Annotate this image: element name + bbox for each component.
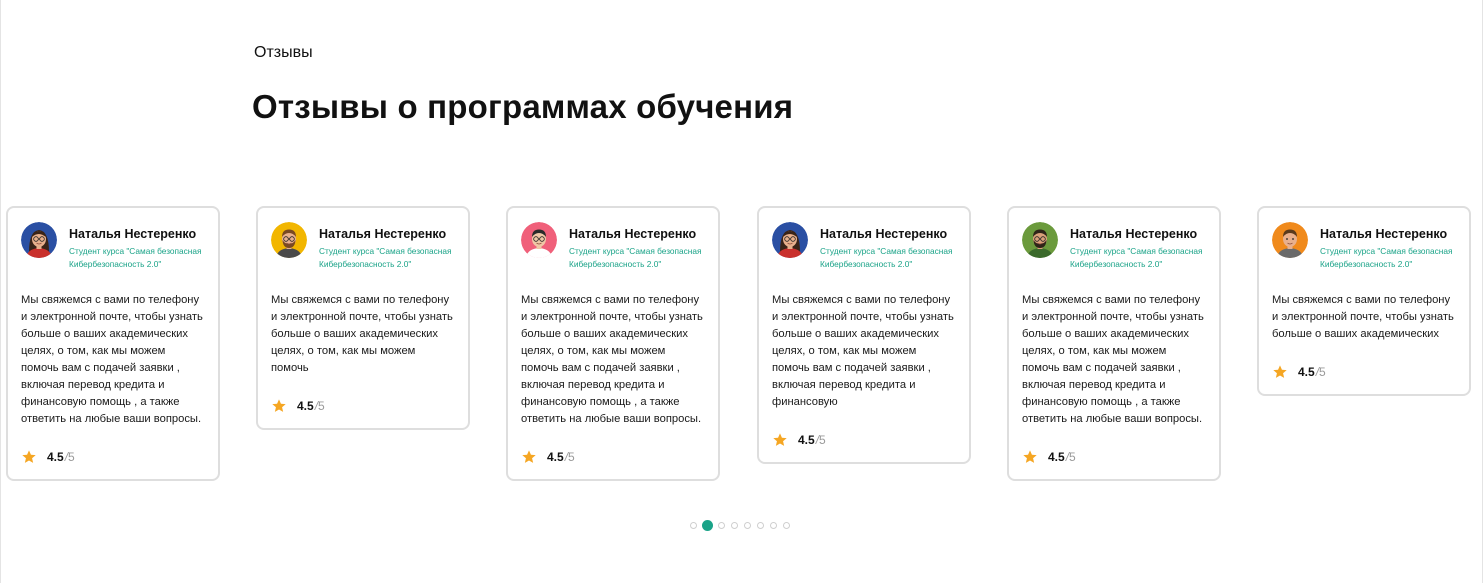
- pagination-dot[interactable]: [770, 522, 777, 529]
- review-header: Наталья Нестеренко Студент курса "Самая …: [1022, 222, 1207, 271]
- avatar: [521, 222, 557, 258]
- reviewer-name: Наталья Нестеренко: [69, 227, 197, 241]
- rating-max: 5: [1319, 365, 1326, 379]
- reviewer-course: Студент курса "Самая безопасная Кибербез…: [319, 246, 452, 269]
- pagination-dot-active[interactable]: [702, 520, 713, 531]
- review-header: Наталья Нестеренко Студент курса "Самая …: [772, 222, 957, 271]
- rating-max: 5: [1069, 450, 1076, 464]
- review-card: Наталья Нестеренко Студент курса "Самая …: [1007, 206, 1221, 481]
- pagination-dot[interactable]: [718, 522, 725, 529]
- pagination-dot[interactable]: [690, 522, 697, 529]
- rating-value: 4.5: [798, 433, 815, 447]
- rating: 4.5 / 5: [521, 449, 706, 465]
- reviewer-name: Наталья Нестеренко: [319, 227, 447, 241]
- rating-value: 4.5: [1048, 450, 1065, 464]
- star-icon: [522, 450, 536, 463]
- reviewer-course: Студент курса "Самая безопасная Кибербез…: [1320, 246, 1453, 269]
- pagination-dot[interactable]: [783, 522, 790, 529]
- reviewer-name: Наталья Нестеренко: [820, 227, 948, 241]
- star-icon: [22, 450, 36, 463]
- rating: 4.5 / 5: [271, 398, 456, 414]
- avatar: [1272, 222, 1308, 258]
- rating: 4.5 / 5: [1272, 364, 1457, 380]
- review-card: Наталья Нестеренко Студент курса "Самая …: [757, 206, 971, 464]
- review-text: Мы свяжемся с вами по телефону и электро…: [21, 294, 203, 425]
- star-icon: [773, 433, 787, 446]
- review-card: Наталья Нестеренко Студент курса "Самая …: [6, 206, 220, 481]
- rating: 4.5 / 5: [1022, 449, 1207, 465]
- reviewer-name: Наталья Нестеренко: [569, 227, 697, 241]
- star-icon: [1273, 365, 1287, 378]
- reviewer-course: Студент курса "Самая безопасная Кибербез…: [1070, 246, 1203, 269]
- rating-max: 5: [568, 450, 575, 464]
- section-eyebrow: Отзывы: [254, 44, 313, 61]
- reviewer-name: Наталья Нестеренко: [1320, 227, 1448, 241]
- rating-max: 5: [318, 399, 325, 413]
- carousel-pagination: [690, 520, 796, 531]
- review-text: Мы свяжемся с вами по телефону и электро…: [521, 294, 703, 425]
- reviewer-course: Студент курса "Самая безопасная Кибербез…: [569, 246, 702, 269]
- avatar: [21, 222, 57, 258]
- rating: 4.5 / 5: [21, 449, 206, 465]
- review-text: Мы свяжемся с вами по телефону и электро…: [1272, 294, 1454, 340]
- review-header: Наталья Нестеренко Студент курса "Самая …: [1272, 222, 1457, 271]
- review-header: Наталья Нестеренко Студент курса "Самая …: [21, 222, 206, 271]
- page-left-edge: [0, 0, 1, 583]
- rating-max: 5: [819, 433, 826, 447]
- avatar: [271, 222, 307, 258]
- rating-max: 5: [68, 450, 75, 464]
- avatar: [772, 222, 808, 258]
- review-text: Мы свяжемся с вами по телефону и электро…: [772, 294, 954, 408]
- review-card: Наталья Нестеренко Студент курса "Самая …: [506, 206, 720, 481]
- reviewer-course: Студент курса "Самая безопасная Кибербез…: [69, 246, 202, 269]
- rating-value: 4.5: [1298, 365, 1315, 379]
- rating: 4.5 / 5: [772, 432, 957, 448]
- avatar: [1022, 222, 1058, 258]
- star-icon: [272, 399, 286, 412]
- review-card: Наталья Нестеренко Студент курса "Самая …: [256, 206, 470, 430]
- reviewer-name: Наталья Нестеренко: [1070, 227, 1198, 241]
- review-text: Мы свяжемся с вами по телефону и электро…: [271, 294, 453, 374]
- review-text: Мы свяжемся с вами по телефону и электро…: [1022, 294, 1204, 425]
- section-title: Отзывы о программах обучения: [252, 88, 794, 125]
- star-icon: [1023, 450, 1037, 463]
- reviewer-course: Студент курса "Самая безопасная Кибербез…: [820, 246, 953, 269]
- rating-value: 4.5: [297, 399, 314, 413]
- pagination-dot[interactable]: [757, 522, 764, 529]
- rating-value: 4.5: [547, 450, 564, 464]
- review-card: Наталья Нестеренко Студент курса "Самая …: [1257, 206, 1471, 396]
- review-header: Наталья Нестеренко Студент курса "Самая …: [521, 222, 706, 271]
- review-header: Наталья Нестеренко Студент курса "Самая …: [271, 222, 456, 271]
- pagination-dot[interactable]: [744, 522, 751, 529]
- pagination-dot[interactable]: [731, 522, 738, 529]
- rating-value: 4.5: [47, 450, 64, 464]
